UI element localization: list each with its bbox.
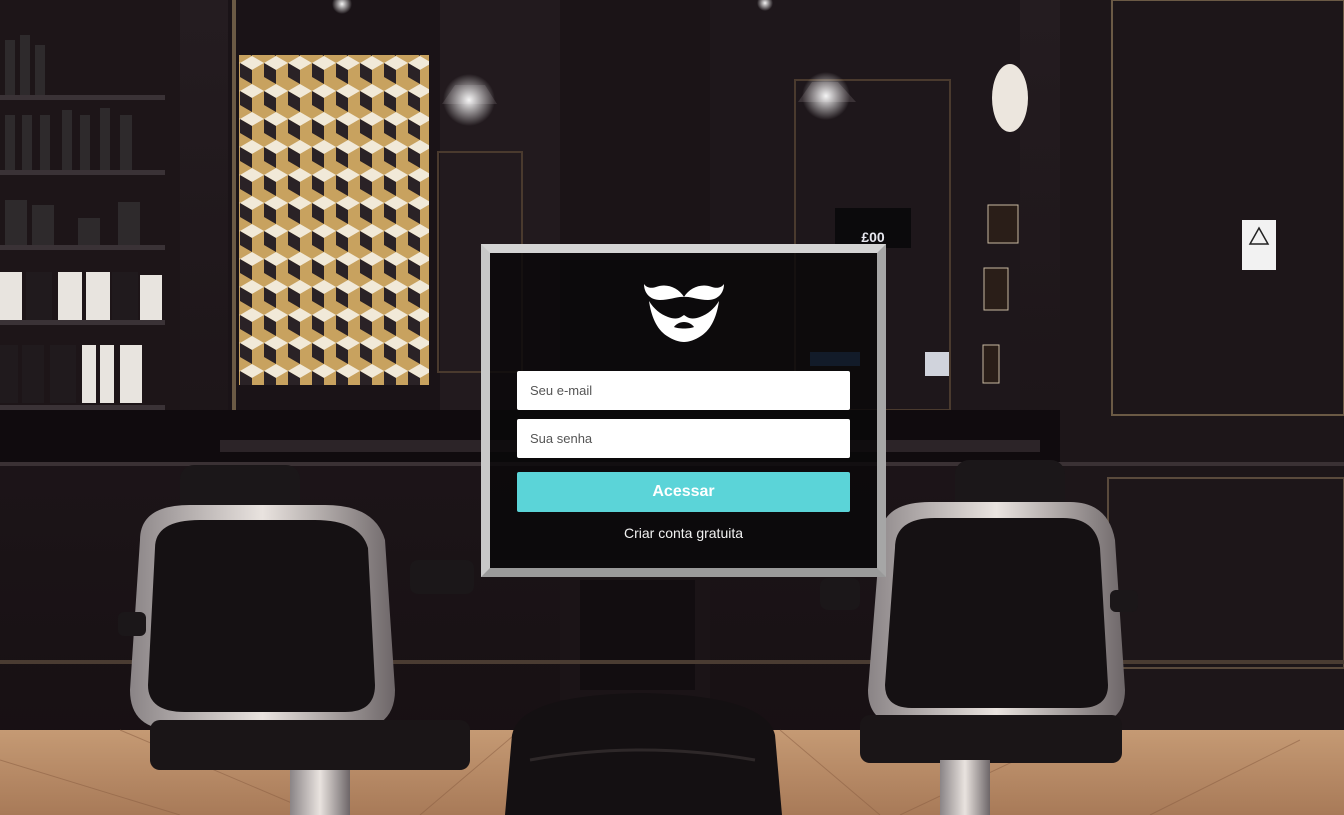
password-input[interactable] xyxy=(517,419,850,458)
svg-text:£00: £00 xyxy=(861,229,885,245)
create-account-link[interactable]: Criar conta gratuita xyxy=(490,525,877,541)
mustache-beard-icon xyxy=(644,284,724,342)
email-input[interactable] xyxy=(517,371,850,410)
login-button[interactable]: Acessar xyxy=(517,472,850,512)
login-page: £00 Seu e-mail Acessar Criar conta gratu… xyxy=(0,0,1344,815)
login-panel: Acessar Criar conta gratuita xyxy=(481,244,886,577)
